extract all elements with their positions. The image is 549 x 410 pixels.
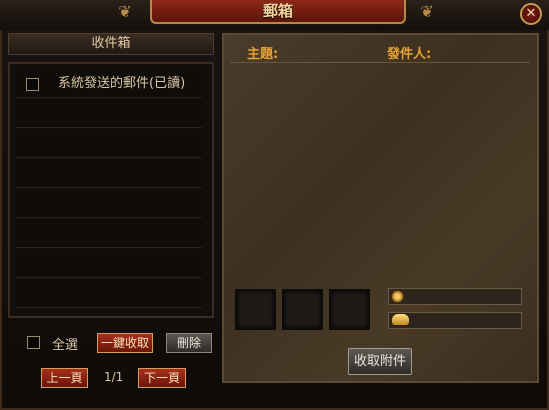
mail-item-7[interactable] [16, 280, 202, 308]
coin-icon [391, 290, 404, 303]
mail-item-2[interactable] [16, 130, 202, 158]
mail-item-1[interactable] [16, 100, 202, 128]
mail-item-0[interactable]: 系統發送的郵件(已讀) [16, 70, 202, 98]
select-all-checkbox[interactable] [27, 336, 40, 349]
delete-button[interactable]: 刪除 [166, 333, 212, 353]
next-page-button[interactable]: 下一頁 [138, 368, 186, 388]
mail-item-6[interactable] [16, 250, 202, 278]
close-button[interactable]: ✕ [520, 3, 542, 25]
collect-all-button[interactable]: 一鍵收取 [97, 333, 153, 353]
ingot-icon [392, 314, 409, 325]
attachment-slot-1[interactable] [235, 289, 276, 330]
mail-item-checkbox[interactable] [26, 78, 39, 91]
attachment-slot-2[interactable] [282, 289, 323, 330]
prev-page-button[interactable]: 上一頁 [41, 368, 88, 388]
mail-item-4[interactable] [16, 190, 202, 218]
page-indicator: 1/1 [104, 370, 124, 384]
title-bar: ❦ 郵箱 ❦ ✕ [0, 0, 549, 30]
ornament-left-icon: ❦ [118, 2, 132, 21]
ornament-right-icon: ❦ [420, 2, 434, 21]
mail-item-3[interactable] [16, 160, 202, 188]
close-icon: ✕ [525, 6, 537, 21]
tab-inbox[interactable]: 收件箱 [8, 33, 214, 55]
collect-attachment-button[interactable]: 收取附件 [348, 348, 412, 375]
sender-label: 發件人: [387, 47, 432, 62]
select-all-label: 全選 [52, 338, 79, 353]
attachment-slot-3[interactable] [329, 289, 370, 330]
mail-detail-panel [222, 33, 539, 383]
mail-item-subject: 系統發送的郵件(已讀) [58, 76, 186, 91]
mail-item-5[interactable] [16, 220, 202, 248]
window-title: 郵箱 [150, 0, 406, 24]
subject-label: 主題: [247, 47, 279, 62]
gold-amount-field [388, 288, 522, 305]
